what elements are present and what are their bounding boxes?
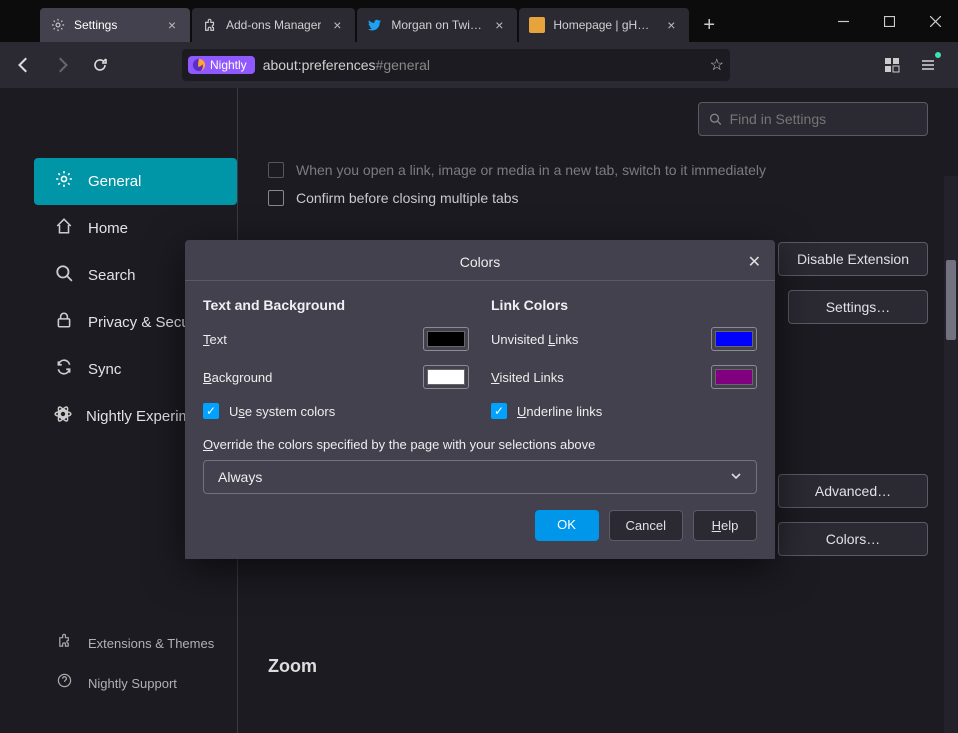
minimize-button[interactable]	[820, 0, 866, 42]
checkbox-label: Underline links	[517, 404, 602, 419]
checkbox-checked-icon[interactable]: ✓	[491, 403, 507, 419]
search-icon	[709, 112, 722, 126]
help-button[interactable]: Help	[693, 510, 757, 541]
twitter-icon	[367, 17, 383, 33]
sync-icon	[54, 358, 74, 381]
bookmark-star-icon[interactable]: ☆	[710, 55, 724, 75]
unvisited-color-swatch[interactable]	[711, 327, 757, 351]
close-icon[interactable]: ×	[491, 17, 507, 33]
select-value: Always	[218, 469, 262, 485]
puzzle-icon	[202, 17, 218, 33]
forward-button[interactable]	[46, 49, 78, 81]
chevron-down-icon	[730, 469, 742, 485]
new-tab-button[interactable]: +	[691, 8, 727, 42]
checkbox-label: Use system colors	[229, 404, 335, 419]
colors-button[interactable]: Colors…	[778, 522, 928, 556]
close-icon[interactable]: ×	[164, 17, 180, 33]
ok-button[interactable]: OK	[535, 510, 599, 541]
zoom-heading: Zoom	[268, 656, 928, 677]
tab-title: Morgan on Twitter: "P	[391, 18, 483, 32]
puzzle-icon	[54, 633, 74, 653]
sidebar-item-label: General	[88, 173, 141, 190]
settings-search[interactable]	[698, 102, 928, 136]
close-window-button[interactable]	[912, 0, 958, 42]
help-icon	[54, 673, 74, 693]
url-text: about:preferences#general	[263, 57, 702, 73]
gear-icon	[54, 170, 74, 193]
reload-button[interactable]	[84, 49, 116, 81]
tab-twitter[interactable]: Morgan on Twitter: "P ×	[357, 8, 517, 42]
scrollbar[interactable]	[944, 176, 958, 733]
pref-label: Confirm before closing multiple tabs	[296, 190, 519, 206]
back-button[interactable]	[8, 49, 40, 81]
override-select[interactable]: Always	[203, 460, 757, 494]
advanced-button[interactable]: Advanced…	[778, 474, 928, 508]
nightly-label: Nightly	[210, 58, 247, 72]
tab-settings[interactable]: Settings ×	[40, 8, 190, 42]
home-icon	[54, 217, 74, 240]
sidebar-item-label: Extensions & Themes	[88, 636, 214, 651]
unvisited-links-label: Unvisited Links	[491, 332, 578, 347]
pref-switch-tab[interactable]: When you open a link, image or media in …	[268, 156, 928, 184]
lock-icon	[54, 311, 74, 334]
settings-button[interactable]: Settings…	[788, 290, 928, 324]
override-label: Override the colors specified by the pag…	[203, 437, 757, 452]
menu-button[interactable]	[912, 49, 944, 81]
checkbox-icon[interactable]	[268, 162, 284, 178]
addons-icon[interactable]	[876, 49, 908, 81]
gear-icon	[50, 17, 66, 33]
sidebar-item-label: Nightly Support	[88, 676, 177, 691]
experiment-icon	[54, 405, 72, 428]
maximize-button[interactable]	[866, 0, 912, 42]
sidebar-item-label: Search	[88, 267, 136, 284]
search-input[interactable]	[730, 111, 917, 127]
tab-ghacks[interactable]: Homepage | gHacks T ×	[519, 8, 689, 42]
sidebar-item-extensions[interactable]: Extensions & Themes	[34, 623, 237, 663]
tab-addons[interactable]: Add-ons Manager ×	[192, 8, 355, 42]
text-color-label: Text	[203, 332, 227, 347]
underline-links[interactable]: ✓ Underline links	[491, 403, 757, 419]
close-icon[interactable]: ×	[663, 17, 679, 33]
visited-color-swatch[interactable]	[711, 365, 757, 389]
nightly-badge: Nightly	[188, 56, 255, 74]
text-color-swatch[interactable]	[423, 327, 469, 351]
search-icon	[54, 264, 74, 287]
tab-title: Settings	[74, 18, 156, 32]
section-heading: Text and Background	[203, 297, 469, 313]
section-heading: Link Colors	[491, 297, 757, 313]
url-bar[interactable]: Nightly about:preferences#general ☆	[182, 49, 730, 81]
dialog-title: Colors	[460, 254, 500, 270]
tab-title: Homepage | gHacks T	[553, 18, 655, 32]
checkbox-icon[interactable]	[268, 190, 284, 206]
pref-confirm-close[interactable]: Confirm before closing multiple tabs	[268, 184, 928, 212]
background-color-label: Background	[203, 370, 272, 385]
use-system-colors[interactable]: ✓ Use system colors	[203, 403, 469, 419]
tab-strip: Settings × Add-ons Manager × Morgan on T…	[0, 8, 820, 42]
sidebar-item-general[interactable]: General	[34, 158, 237, 205]
site-icon	[529, 17, 545, 33]
colors-dialog: Colors ✕ Text and Background Text Backgr…	[185, 240, 775, 559]
window-controls	[820, 0, 958, 42]
visited-links-label: Visited Links	[491, 370, 564, 385]
scrollbar-thumb[interactable]	[946, 260, 956, 340]
sidebar-item-label: Home	[88, 220, 128, 237]
close-icon[interactable]: ×	[329, 17, 345, 33]
sidebar-item-support[interactable]: Nightly Support	[34, 663, 237, 703]
disable-extension-button[interactable]: Disable Extension	[778, 242, 928, 276]
background-color-swatch[interactable]	[423, 365, 469, 389]
checkbox-checked-icon[interactable]: ✓	[203, 403, 219, 419]
dialog-title-bar: Colors ✕	[185, 240, 775, 281]
close-icon[interactable]: ✕	[748, 252, 761, 272]
pref-label: When you open a link, image or media in …	[296, 162, 766, 178]
sidebar-item-label: Sync	[88, 361, 121, 378]
cancel-button[interactable]: Cancel	[609, 510, 683, 541]
tab-title: Add-ons Manager	[226, 18, 321, 32]
